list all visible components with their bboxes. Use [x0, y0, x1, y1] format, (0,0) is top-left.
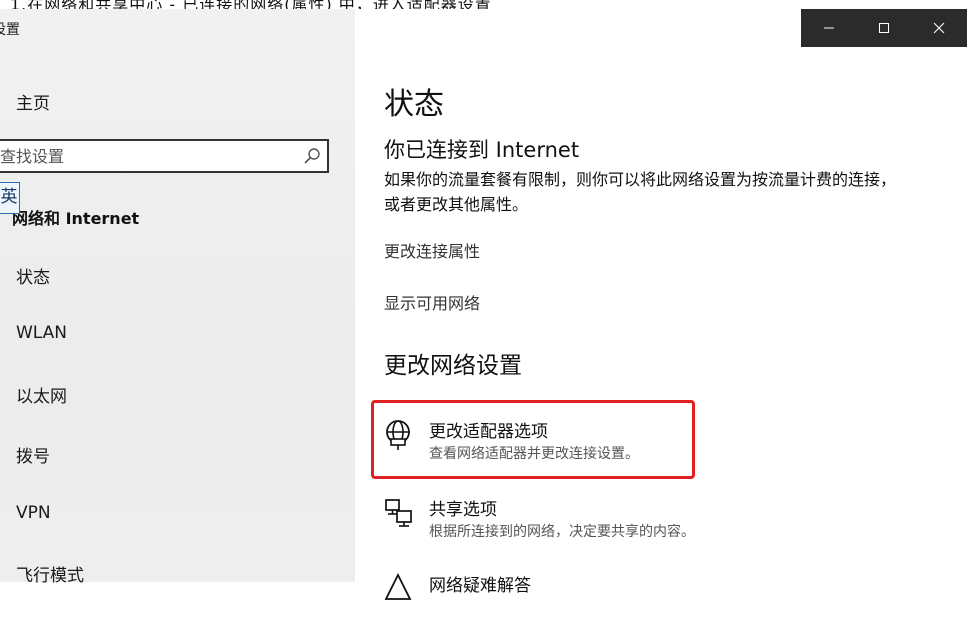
search-icon[interactable] [303, 147, 321, 165]
top-caption-strip: 1.在网络和共享中心 - 已连接的网络(属性) 中，进入适配器设置 [0, 0, 967, 9]
change-connection-properties-link[interactable]: 更改连接属性 [384, 238, 480, 262]
sharing-options-desc: 根据所连接到的网络，决定要共享的内容。 [429, 524, 695, 540]
change-adapter-options[interactable]: 更改适配器选项 查看网络适配器并更改连接设置。 [384, 417, 704, 469]
sidebar: 设置 主页 英 网络和 Internet 状态 WLAN 以太网 拨号 VPN … [0, 9, 355, 586]
window-title: 设置 [0, 22, 20, 38]
page-title: 状态 [384, 87, 444, 122]
settings-window: 设置 主页 英 网络和 Internet 状态 WLAN 以太网 拨号 VPN … [0, 9, 967, 600]
troubleshooter-title: 网络疑难解答 [429, 576, 531, 596]
troubleshoot-icon [384, 573, 412, 600]
connection-status-description: 如果你的流量套餐有限制，则你可以将此网络设置为按流量计费的连接，或者更改其他属性… [384, 170, 897, 214]
change-network-settings-heading: 更改网络设置 [384, 353, 522, 379]
show-available-networks-link[interactable]: 显示可用网络 [384, 290, 480, 314]
search-input[interactable] [0, 141, 290, 171]
adapter-options-desc: 查看网络适配器并更改连接设置。 [429, 446, 639, 462]
top-caption: 1.在网络和共享中心 - 已连接的网络(属性) 中，进入适配器设置 [10, 0, 492, 9]
main-content: 状态 你已连接到 Internet 如果你的流量套餐有限制，则你可以将此网络设置… [355, 9, 967, 600]
sidebar-item-ethernet[interactable]: 以太网 [16, 382, 67, 407]
adapter-options-title: 更改适配器选项 [429, 422, 548, 442]
sidebar-section-title: 网络和 Internet [12, 209, 140, 228]
network-troubleshooter[interactable]: 网络疑难解答 [384, 571, 704, 623]
sharing-options-title: 共享选项 [429, 500, 497, 520]
sidebar-home[interactable]: 主页 [16, 89, 50, 114]
connection-status-heading: 你已连接到 Internet [384, 138, 580, 162]
sidebar-item-status[interactable]: 状态 [16, 263, 50, 288]
sidebar-item-airplane-mode[interactable]: 飞行模式 [16, 561, 84, 586]
adapter-icon [386, 420, 410, 450]
sidebar-item-vpn[interactable]: VPN [16, 503, 51, 523]
sharing-icon [385, 499, 412, 527]
sidebar-item-dialup[interactable]: 拨号 [16, 442, 50, 467]
sidebar-item-wlan[interactable]: WLAN [16, 323, 67, 343]
search-box[interactable] [0, 139, 329, 173]
sharing-options[interactable]: 共享选项 根据所连接到的网络，决定要共享的内容。 [384, 495, 704, 547]
ime-indicator[interactable]: 英 [0, 182, 20, 214]
